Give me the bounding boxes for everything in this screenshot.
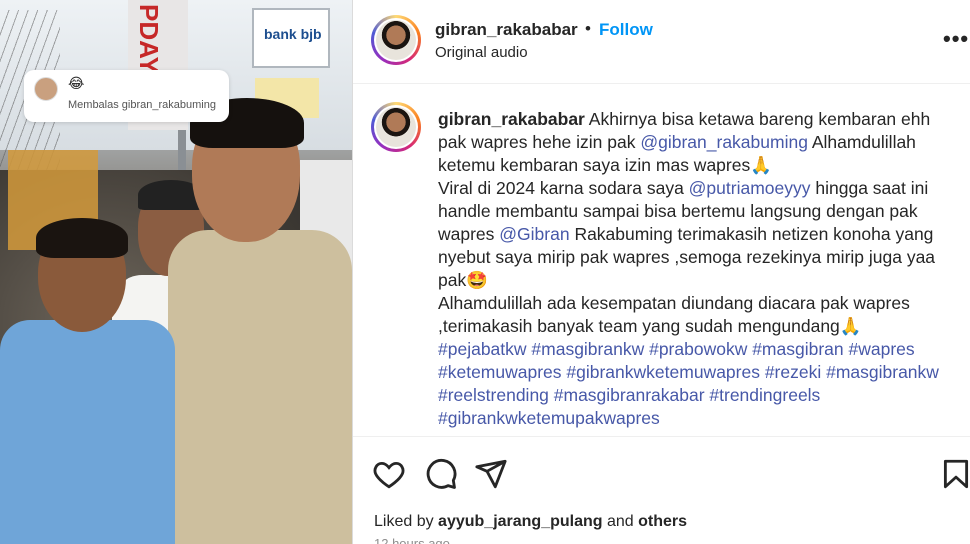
liked-mid: and <box>602 513 639 530</box>
liked-by: Liked by ayyub_jarang_pulang and others <box>374 513 687 531</box>
original-audio-link[interactable]: Original audio <box>435 44 528 61</box>
liked-by-user[interactable]: ayyub_jarang_pulang <box>438 513 603 530</box>
caption-text: gibran_rakababar Akhirnya bisa ketawa ba… <box>438 108 958 430</box>
reply-emoji: 😂 <box>68 75 85 91</box>
liked-by-others[interactable]: others <box>638 513 687 530</box>
mention-gibran[interactable]: @Gibran <box>499 224 569 244</box>
boy-in-blue-shirt <box>0 320 175 544</box>
follow-button[interactable]: Follow <box>599 20 653 40</box>
heart-icon[interactable] <box>372 457 406 491</box>
post-media[interactable]: PDAY bank bjb 😂 Membalas gibran_rakabumi… <box>0 0 352 544</box>
story-ring-avatar[interactable] <box>371 15 421 65</box>
hashtags[interactable]: #pejabatkw #masgibrankw #prabowokw #masg… <box>438 339 939 428</box>
caption-username[interactable]: gibran_rakababar <box>438 109 585 129</box>
liked-prefix: Liked by <box>374 513 439 530</box>
avatar <box>376 107 416 147</box>
caption-avatar[interactable] <box>371 102 421 152</box>
action-bar: Liked by ayyub_jarang_pulang and others … <box>353 436 970 544</box>
post-panel: gibran_rakababar • Follow Original audio… <box>352 0 970 544</box>
mention-gibran-rakabuming[interactable]: @gibran_rakabuming <box>640 132 808 152</box>
separator-dot: • <box>585 19 591 38</box>
share-icon[interactable] <box>474 457 508 491</box>
author-username[interactable]: gibran_rakababar <box>435 20 578 40</box>
post-header: gibran_rakababar • Follow Original audio… <box>353 0 970 84</box>
mention-putriamoeyyy[interactable]: @putriamoeyyy <box>689 178 811 198</box>
more-options-icon[interactable]: ••• <box>943 26 969 52</box>
caption-part: Alhamdulillah ada kesempatan diundang di… <box>438 293 910 336</box>
reply-avatar <box>34 77 58 101</box>
bank-sign: bank bjb <box>252 8 330 68</box>
reply-bubble[interactable]: 😂 Membalas gibran_rakabuming <box>24 70 229 122</box>
reply-text: Membalas gibran_rakabuming <box>68 99 216 111</box>
avatar <box>376 20 416 60</box>
caption-section: gibran_rakababar Akhirnya bisa ketawa ba… <box>353 84 970 436</box>
bookmark-icon[interactable] <box>939 457 970 491</box>
bank-sign-text: bank bjb <box>264 26 322 42</box>
boy-hair <box>36 218 128 258</box>
post-timestamp: 12 hours ago <box>374 536 450 544</box>
comment-icon[interactable] <box>424 457 458 491</box>
man-in-beige-jacket <box>168 230 352 544</box>
caption-part: Viral di 2024 karna sodara saya <box>438 178 689 198</box>
